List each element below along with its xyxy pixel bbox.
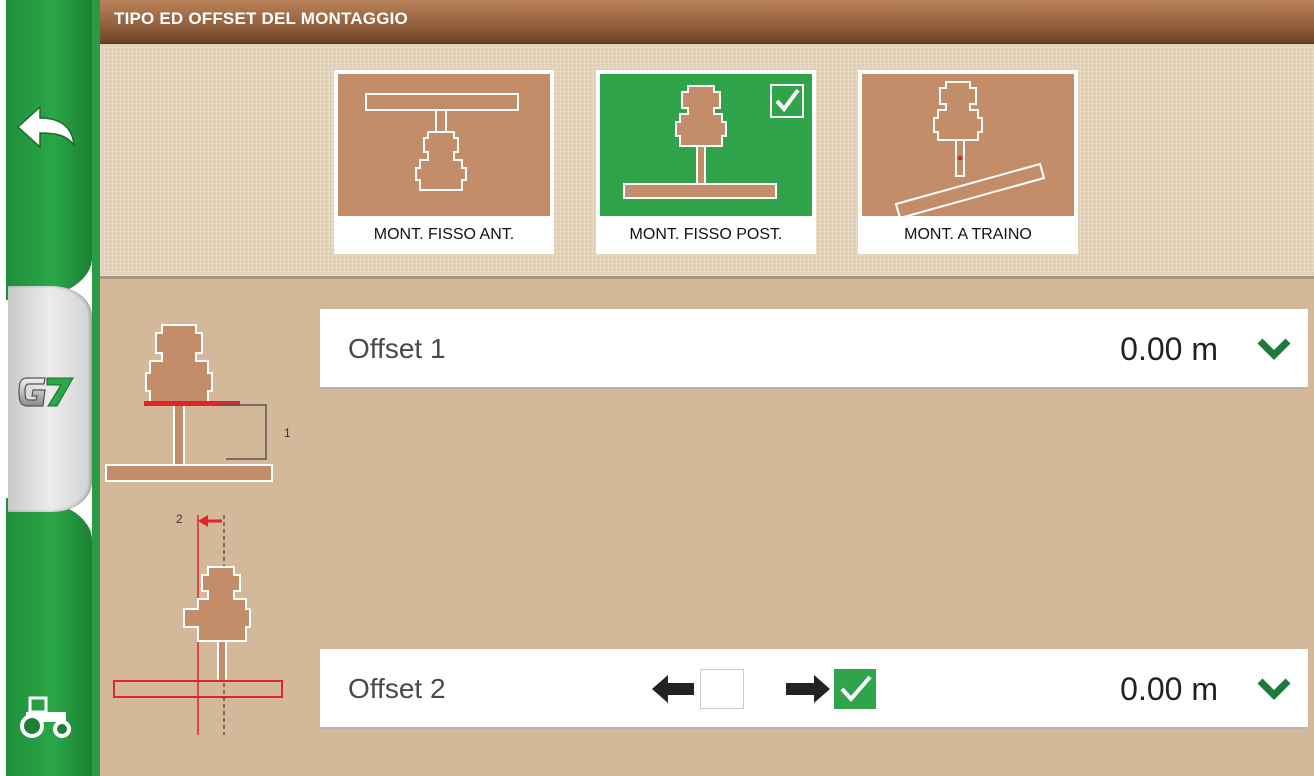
header-bar: TIPO ED OFFSET DEL MONTAGGIO — [100, 0, 1314, 44]
offset-panel: 1 Offset 1 0.00 m 2 Offset 2 0.00 m — [100, 279, 1314, 776]
back-arrow-icon — [16, 105, 76, 149]
tractor-button[interactable] — [0, 680, 92, 750]
mounting-type-strip: MONT. FISSO ANT. MONT. FISSO POST. MONT.… — [100, 44, 1314, 279]
offset2-right-checkbox[interactable] — [834, 669, 876, 709]
rear-fixed-mount-icon — [600, 74, 812, 216]
selected-check-icon — [770, 84, 804, 118]
arrow-left-icon — [650, 673, 696, 705]
mount-option-rear-fixed[interactable]: MONT. FISSO POST. — [596, 70, 816, 254]
checkmark-icon — [840, 675, 872, 703]
tractor-icon — [20, 696, 71, 738]
mount-option-towed[interactable]: MONT. A TRAINO — [858, 70, 1078, 254]
offset2-marker: 2 — [176, 512, 183, 526]
mount-option-label: MONT. FISSO ANT. — [373, 226, 515, 243]
offset2-row[interactable]: Offset 2 0.00 m — [320, 649, 1308, 729]
back-button[interactable] — [0, 90, 92, 164]
offset2-label: Offset 2 — [348, 673, 446, 704]
g7-button[interactable] — [0, 360, 92, 424]
towed-mount-icon — [862, 74, 1074, 220]
page-title: TIPO ED OFFSET DEL MONTAGGIO — [114, 9, 408, 28]
g7-logo-icon — [18, 377, 74, 407]
offset1-value[interactable]: 0.00 m — [1120, 331, 1218, 368]
offset2-diagram: 2 — [104, 505, 304, 737]
app-window: TIPO ED OFFSET DEL MONTAGGIO MONT. FISSO… — [0, 0, 1314, 776]
mount-option-label: MONT. FISSO POST. — [629, 226, 783, 243]
offset2-left-checkbox[interactable] — [700, 669, 744, 709]
sidebar-divider — [92, 0, 100, 776]
offset1-marker: 1 — [284, 426, 291, 440]
mount-option-front-fixed[interactable]: MONT. FISSO ANT. — [334, 70, 554, 254]
offset1-label: Offset 1 — [348, 333, 446, 364]
offset1-diagram: 1 — [104, 319, 304, 489]
mount-option-label: MONT. A TRAINO — [904, 226, 1032, 243]
front-fixed-mount-icon — [338, 74, 550, 216]
chevron-down-icon[interactable] — [1254, 333, 1294, 365]
chevron-down-icon[interactable] — [1254, 673, 1294, 705]
arrow-right-icon — [782, 673, 832, 705]
offset2-value[interactable]: 0.00 m — [1120, 671, 1218, 708]
sidebar — [0, 0, 100, 776]
offset1-row[interactable]: Offset 1 0.00 m — [320, 309, 1308, 389]
